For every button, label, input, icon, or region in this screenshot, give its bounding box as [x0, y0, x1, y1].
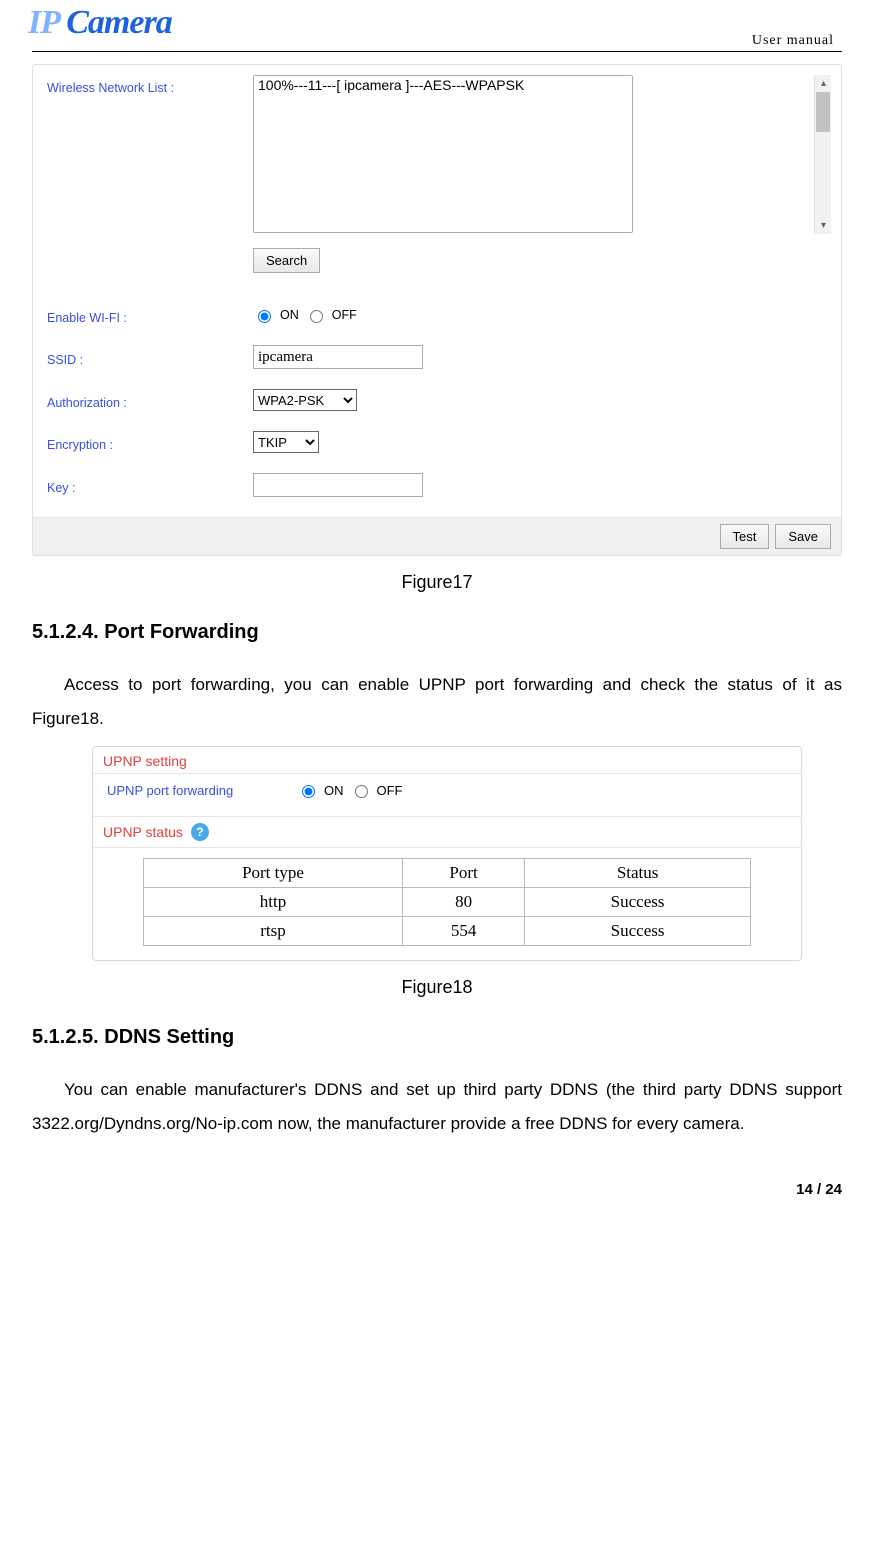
table-row: http 80 Success — [143, 888, 751, 917]
upnp-off-radio[interactable] — [355, 785, 368, 798]
upnp-on-text: ON — [324, 783, 344, 798]
wifi-footer-bar: Test Save — [33, 517, 841, 555]
scroll-thumb[interactable] — [816, 92, 830, 132]
table-header-row: Port type Port Status — [143, 859, 751, 888]
wifi-settings-panel: Wireless Network List : 100%---11---[ ip… — [32, 64, 842, 556]
encryption-label: Encryption : — [43, 432, 253, 452]
upnp-panel: UPNP setting UPNP port forwarding ON OFF… — [92, 746, 802, 961]
authorization-label: Authorization : — [43, 390, 253, 410]
save-button[interactable]: Save — [775, 524, 831, 549]
th-port: Port — [403, 859, 524, 888]
upnp-off-text: OFF — [377, 783, 403, 798]
header-right-text: User manual — [752, 33, 834, 49]
key-label: Key : — [43, 475, 253, 495]
table-row: rtsp 554 Success — [143, 917, 751, 946]
page-number: 14 / 24 — [0, 1171, 872, 1214]
section-ddns-title: 5.1.2.5. DDNS Setting — [32, 1026, 842, 1049]
ssid-label: SSID : — [43, 347, 253, 367]
encryption-select[interactable]: TKIP — [253, 431, 319, 453]
wireless-network-list[interactable]: 100%---11---[ ipcamera ]---AES---WPAPSK — [253, 75, 633, 233]
wifi-on-radio[interactable] — [258, 310, 271, 323]
upnp-status-table: Port type Port Status http 80 Success rt… — [143, 858, 752, 946]
wireless-list-item[interactable]: 100%---11---[ ipcamera ]---AES---WPAPSK — [254, 76, 632, 94]
th-port-type: Port type — [143, 859, 403, 888]
page-header: IP Camera User manual — [32, 10, 842, 52]
figure18-caption: Figure18 — [32, 977, 842, 998]
wifi-off-radio[interactable] — [310, 310, 323, 323]
ddns-paragraph: You can enable manufacturer's DDNS and s… — [32, 1073, 842, 1141]
search-button[interactable]: Search — [253, 248, 320, 273]
ssid-input[interactable] — [253, 345, 423, 369]
help-icon[interactable]: ? — [191, 823, 209, 841]
upnp-status-header: UPNP status — [103, 824, 183, 840]
logo: IP Camera — [28, 4, 172, 42]
scroll-down-icon[interactable]: ▾ — [815, 217, 832, 234]
wireless-list-label: Wireless Network List : — [43, 75, 253, 95]
wifi-off-text: OFF — [332, 308, 357, 322]
scroll-up-icon[interactable]: ▴ — [815, 75, 832, 92]
list-scrollbar[interactable]: ▴ ▾ — [814, 75, 831, 234]
section-port-forwarding-title: 5.1.2.4. Port Forwarding — [32, 621, 842, 644]
th-status: Status — [524, 859, 751, 888]
upnp-setting-header: UPNP setting — [93, 747, 801, 774]
figure17-caption: Figure17 — [32, 572, 842, 593]
upnp-forwarding-label: UPNP port forwarding — [107, 783, 297, 798]
port-forwarding-paragraph: Access to port forwarding, you can enabl… — [32, 668, 842, 736]
upnp-on-radio[interactable] — [302, 785, 315, 798]
enable-wifi-label: Enable WI-FI : — [43, 305, 253, 325]
authorization-select[interactable]: WPA2-PSK — [253, 389, 357, 411]
key-input[interactable] — [253, 473, 423, 497]
test-button[interactable]: Test — [720, 524, 770, 549]
wifi-on-text: ON — [280, 308, 299, 322]
